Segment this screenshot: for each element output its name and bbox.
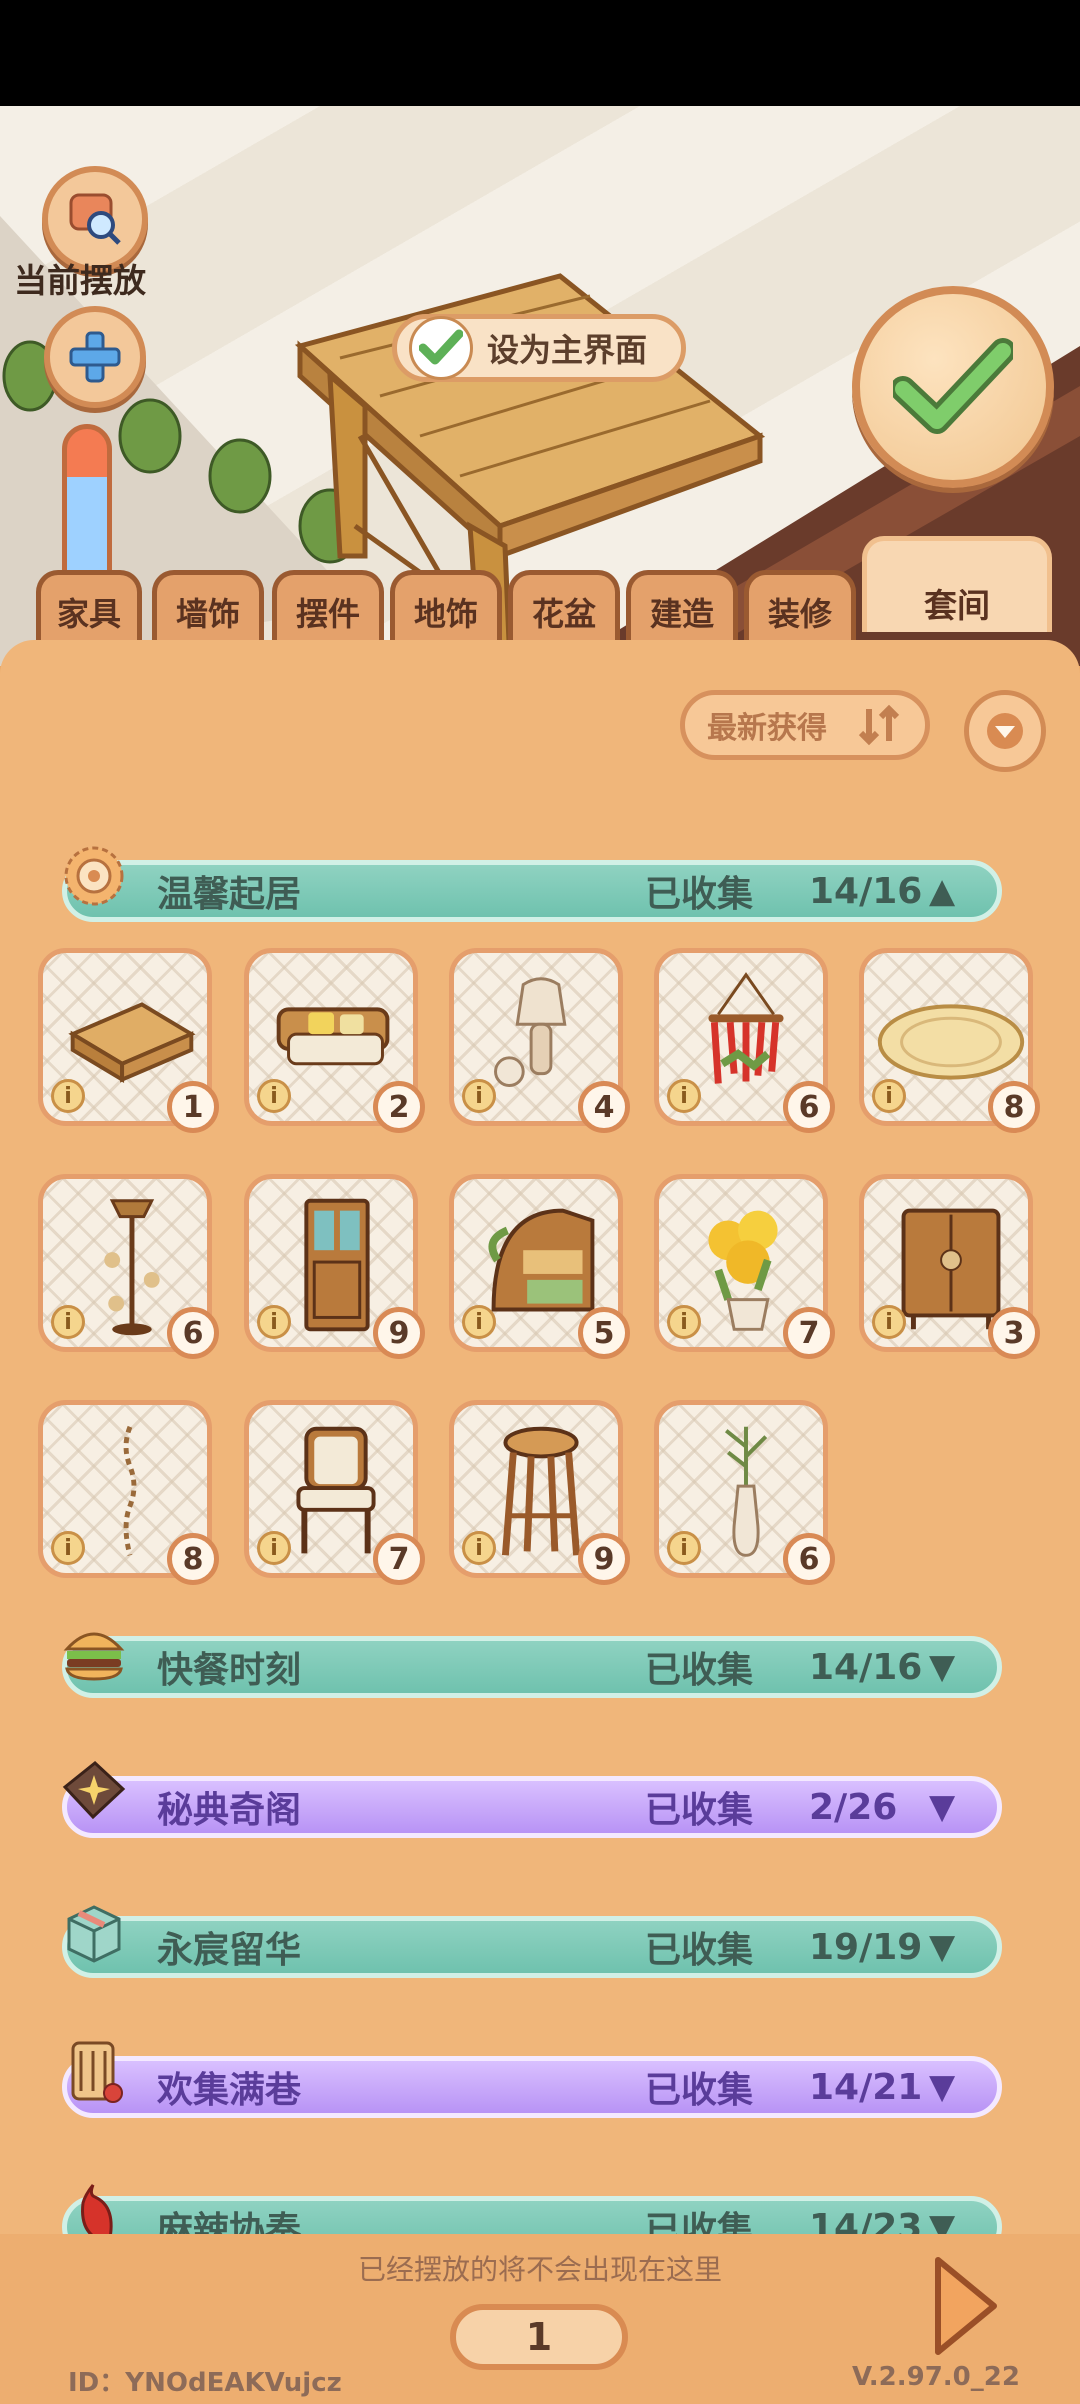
info-icon[interactable]: i: [51, 1305, 85, 1339]
checkmark-icon: [893, 338, 1013, 434]
item-card[interactable]: i6: [38, 1174, 219, 1359]
item-card[interactable]: i7: [654, 1174, 835, 1359]
item-quantity: 5: [578, 1307, 630, 1359]
set-status: 已收集: [645, 1930, 754, 1971]
info-icon[interactable]: i: [462, 1079, 496, 1113]
set-status: 已收集: [645, 2070, 754, 2111]
item-quantity: 8: [988, 1081, 1040, 1133]
item-card[interactable]: i7: [244, 1400, 425, 1585]
set-status: 已收集: [645, 874, 754, 915]
set-count: 14/16: [809, 870, 923, 912]
app-version: V.2.97.0_22: [852, 2362, 1020, 2392]
page-number[interactable]: 1: [450, 2304, 628, 2370]
set-name: 快餐时刻: [157, 1650, 302, 1691]
item-quantity: 7: [783, 1307, 835, 1359]
item-card[interactable]: i6: [654, 948, 835, 1133]
info-icon[interactable]: i: [257, 1531, 291, 1565]
item-card[interactable]: i5: [449, 1174, 630, 1359]
category-tabs: 家具 墙饰 摆件 地饰 花盆 建造 装修 套间: [0, 536, 1080, 666]
set-name: 欢集满巷: [157, 2070, 302, 2111]
set-count: 14/16: [809, 1646, 923, 1688]
item-card[interactable]: i9: [244, 1174, 425, 1359]
item-quantity: 4: [578, 1081, 630, 1133]
confirm-button[interactable]: [852, 286, 1054, 488]
sort-order-icon: [858, 704, 900, 746]
item-card[interactable]: i2: [244, 948, 425, 1133]
placement-hint: 已经摆放的将不会出现在这里: [357, 2253, 722, 2286]
set-as-home-button[interactable]: 设为主界面: [392, 314, 686, 382]
expand-arrow-icon: ▼: [929, 1787, 956, 1827]
info-icon[interactable]: i: [872, 1305, 906, 1339]
set-name: 秘典奇阁: [157, 1790, 302, 1831]
sort-label: 最新获得: [707, 711, 827, 746]
item-quantity: 3: [988, 1307, 1040, 1359]
tab-suites[interactable]: 套间: [862, 536, 1052, 632]
set-as-home-label: 设为主界面: [487, 331, 648, 369]
info-icon[interactable]: i: [257, 1305, 291, 1339]
lantern-icon: [71, 2041, 123, 2103]
item-card[interactable]: i9: [449, 1400, 630, 1585]
add-button[interactable]: [44, 306, 146, 408]
filter-dropdown-button[interactable]: [964, 690, 1046, 772]
set-header-secret-library[interactable]: 秘典奇阁 已收集 2/26 ▼: [62, 1761, 1002, 1838]
set-header-happy-alley[interactable]: 欢集满巷 已收集 14/21 ▼: [62, 2041, 1002, 2118]
magnifier-icon: [69, 193, 121, 245]
item-quantity: 9: [373, 1307, 425, 1359]
item-quantity: 6: [783, 1081, 835, 1133]
item-card[interactable]: i8: [38, 1400, 219, 1585]
plus-icon: [69, 331, 121, 383]
item-card[interactable]: i3: [859, 1174, 1040, 1359]
item-quantity: 7: [373, 1533, 425, 1585]
tab-label: 套间: [924, 586, 990, 625]
expand-arrow-icon: ▼: [929, 1927, 956, 1967]
check-icon: [409, 316, 473, 380]
item-quantity: 6: [167, 1307, 219, 1359]
item-quantity: 6: [783, 1533, 835, 1585]
burger-icon: [63, 1632, 125, 1681]
sun-ornament-icon: [64, 846, 124, 906]
next-page-button[interactable]: [930, 2254, 1000, 2358]
current-placement-label: 当前摆放: [14, 261, 146, 300]
item-quantity: 1: [167, 1081, 219, 1133]
play-arrow-icon: [935, 2257, 997, 2355]
item-quantity: 8: [167, 1533, 219, 1585]
set-status: 已收集: [645, 1790, 754, 1831]
sort-button[interactable]: 最新获得: [680, 690, 930, 760]
set-count: 14/21: [809, 2066, 923, 2108]
set-count: 19/19: [809, 1926, 923, 1968]
info-icon[interactable]: i: [667, 1531, 701, 1565]
item-quantity: 2: [373, 1081, 425, 1133]
user-id-value: YNOdEAKVujcz: [125, 2368, 342, 2398]
expand-arrow-icon: ▼: [929, 2067, 956, 2107]
expand-arrow-icon: ▼: [929, 1647, 956, 1687]
user-id: ID：YNOdEAKVujcz: [68, 2362, 342, 2399]
collapse-arrow-icon: ▲: [929, 871, 956, 911]
set-header-cozy-living[interactable]: 温馨起居 已收集 14/16 ▲: [62, 846, 1002, 922]
info-icon[interactable]: i: [872, 1079, 906, 1113]
status-bar: [0, 0, 1080, 106]
spellbook-icon: [62, 1761, 126, 1820]
user-id-label: ID：: [68, 2368, 126, 2398]
set-header-eternal-glory[interactable]: 永宸留华 已收集 19/19 ▼: [62, 1905, 1002, 1978]
info-icon[interactable]: i: [667, 1305, 701, 1339]
chevron-down-icon: [987, 713, 1023, 749]
item-card[interactable]: i4: [449, 948, 630, 1133]
item-card[interactable]: i8: [859, 948, 1040, 1133]
info-icon[interactable]: i: [667, 1079, 701, 1113]
info-icon[interactable]: i: [51, 1079, 85, 1113]
info-icon[interactable]: i: [257, 1079, 291, 1113]
set-header-fast-food[interactable]: 快餐时刻 已收集 14/16 ▼: [62, 1632, 1002, 1698]
set-name: 永宸留华: [157, 1930, 302, 1971]
info-icon[interactable]: i: [462, 1531, 496, 1565]
set-status: 已收集: [645, 1650, 754, 1691]
info-icon[interactable]: i: [51, 1531, 85, 1565]
info-icon[interactable]: i: [462, 1305, 496, 1339]
set-name: 温馨起居: [157, 874, 302, 915]
item-quantity: 9: [578, 1533, 630, 1585]
gift-cube-icon: [67, 1905, 121, 1963]
item-card[interactable]: i1: [38, 948, 219, 1133]
set-count: 2/26: [809, 1786, 898, 1828]
item-card[interactable]: i6: [654, 1400, 835, 1585]
